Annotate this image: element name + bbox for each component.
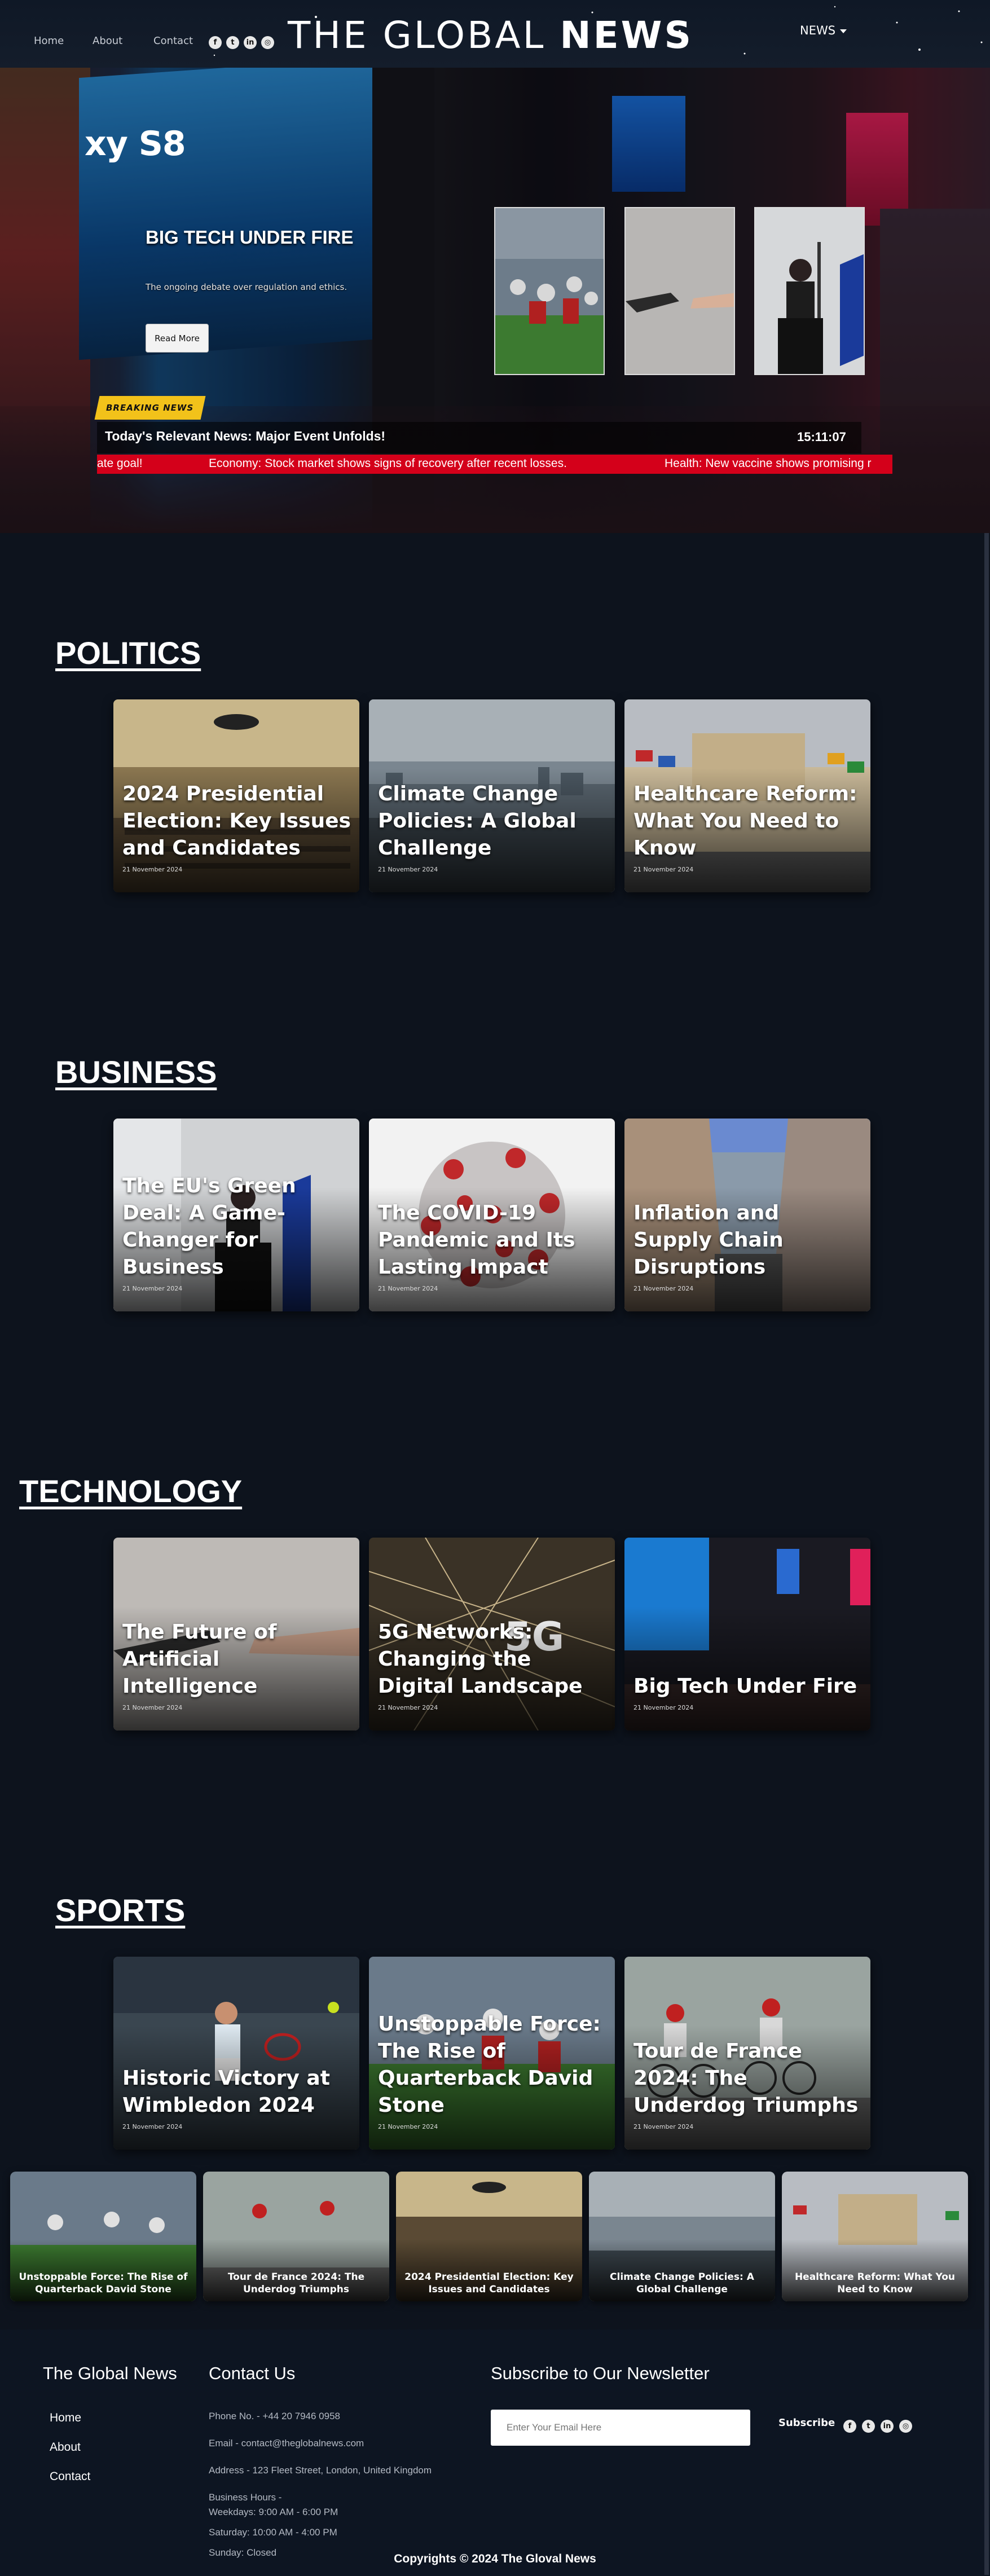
section-title-sports: SPORTS: [55, 1892, 186, 1928]
card-title: Healthcare Reform: What You Need to Know: [633, 782, 857, 860]
hours-weekdays: Weekdays: 9:00 AM - 6:00 PM: [209, 2507, 338, 2517]
ticker-item[interactable]: Health: New vaccine shows promising r: [665, 457, 871, 470]
live-clock: 15:11:07: [797, 430, 846, 444]
instagram-icon[interactable]: ◎: [899, 2420, 912, 2433]
breaking-headline[interactable]: Today's Relevant News: Major Event Unfol…: [105, 429, 385, 444]
slider-card[interactable]: 2024 Presidential Election: Key Issues a…: [396, 2172, 582, 2301]
card-title: Inflation and Supply Chain Disruptions: [633, 1201, 784, 1279]
hours-saturday: Saturday: 10:00 AM - 4:00 PM: [209, 2527, 337, 2538]
hero-description: The ongoing debate over regulation and e…: [146, 282, 347, 292]
contact-address: Address - 123 Fleet Street, London, Unit…: [209, 2465, 432, 2476]
card-date: 21 November 2024: [378, 1285, 438, 1292]
card-title: The EU's Green Deal: A Game-Changer for …: [122, 1174, 296, 1279]
card-date: 21 November 2024: [122, 1704, 183, 1711]
read-more-button[interactable]: Read More: [146, 324, 209, 353]
twitter-icon[interactable]: t: [226, 36, 239, 49]
news-dropdown[interactable]: NEWS: [800, 24, 847, 37]
news-ticker: ate goal! Economy: Stock market shows si…: [97, 455, 892, 474]
newsletter-heading: Subscribe to Our Newsletter: [491, 2363, 710, 2383]
article-card[interactable]: Climate Change Policies: A Global Challe…: [369, 699, 615, 892]
article-card[interactable]: 5G 5G Networks: Changing the Digital Lan…: [369, 1538, 615, 1730]
copyright: Copyrights © 2024 The Gloval News: [394, 2552, 596, 2565]
card-title: The COVID-19 Pandemic and Its Lasting Im…: [378, 1201, 575, 1279]
section-title-technology: TECHNOLOGY: [19, 1473, 243, 1509]
article-card[interactable]: Inflation and Supply Chain Disruptions 2…: [624, 1119, 870, 1311]
hero-thumbnail-speaker[interactable]: [754, 207, 865, 375]
slider-card[interactable]: Healthcare Reform: What You Need to Know: [782, 2172, 968, 2301]
card-date: 21 November 2024: [633, 1704, 694, 1711]
nav-link-contact[interactable]: Contact: [153, 35, 193, 47]
footer-brand: The Global News: [43, 2363, 177, 2383]
linkedin-icon[interactable]: in: [244, 36, 257, 49]
slider-card[interactable]: Climate Change Policies: A Global Challe…: [589, 2172, 775, 2301]
ticker-item[interactable]: Economy: Stock market shows signs of rec…: [209, 457, 567, 470]
card-title: Big Tech Under Fire: [633, 1675, 857, 1698]
ticker-item[interactable]: ate goal!: [97, 457, 143, 470]
card-date: 21 November 2024: [122, 866, 183, 873]
card-date: 21 November 2024: [378, 866, 438, 873]
card-date: 21 November 2024: [633, 866, 694, 873]
section-title-business: BUSINESS: [55, 1054, 217, 1090]
card-title: Historic Victory at Wimbledon 2024: [122, 2067, 330, 2117]
article-card[interactable]: Healthcare Reform: What You Need to Know…: [624, 699, 870, 892]
card-date: 21 November 2024: [633, 2123, 694, 2130]
card-title: 2024 Presidential Election: Key Issues a…: [122, 782, 351, 860]
card-date: 21 November 2024: [633, 1285, 694, 1292]
card-title: Tour de France 2024: The Underdog Triump…: [633, 2040, 859, 2117]
card-date: 21 November 2024: [122, 2123, 183, 2130]
article-card[interactable]: The COVID-19 Pandemic and Its Lasting Im…: [369, 1119, 615, 1311]
footer-link-home[interactable]: Home: [50, 2411, 81, 2425]
article-card[interactable]: Historic Victory at Wimbledon 2024 21 No…: [113, 1957, 359, 2150]
card-date: 21 November 2024: [122, 1285, 183, 1292]
card-date: 21 November 2024: [378, 1704, 438, 1711]
card-title: Unstoppable Force: The Rise of Quarterba…: [378, 2013, 601, 2117]
article-card[interactable]: Unstoppable Force: The Rise of Quarterba…: [369, 1957, 615, 2150]
top-navbar: Home About Contact f t in ◎ THE GLOBAL N…: [0, 0, 990, 68]
billboard-text: xy S8: [85, 124, 186, 164]
facebook-icon[interactable]: f: [843, 2420, 856, 2433]
hero-thumbnail-robot-hand[interactable]: [624, 207, 735, 375]
slider-card[interactable]: Tour de France 2024: The Underdog Triump…: [203, 2172, 389, 2301]
card-title: Climate Change Policies: A Global Challe…: [378, 782, 577, 860]
linkedin-icon[interactable]: in: [881, 2420, 894, 2433]
robot-hand-photo: [626, 208, 734, 374]
speaker-photo: [755, 208, 864, 374]
nav-link-home[interactable]: Home: [34, 35, 64, 47]
slider-card[interactable]: Unstoppable Force: The Rise of Quarterba…: [10, 2172, 196, 2301]
slider-card-title: Unstoppable Force: The Rise of Quarterba…: [19, 2271, 188, 2295]
contact-heading: Contact Us: [209, 2363, 296, 2383]
card-date: 21 November 2024: [378, 2123, 438, 2130]
newsletter-email-input[interactable]: [491, 2410, 750, 2446]
hero-thumbnail-football[interactable]: [494, 207, 605, 375]
site-logo[interactable]: THE GLOBAL NEWS: [288, 10, 699, 61]
slider-card-title: 2024 Presidential Election: Key Issues a…: [404, 2271, 574, 2295]
section-title-politics: POLITICS: [55, 635, 201, 671]
facebook-icon[interactable]: f: [209, 36, 222, 49]
football-photo: [495, 208, 604, 374]
footer-link-about[interactable]: About: [50, 2441, 81, 2454]
contact-email[interactable]: Email - contact@theglobalnews.com: [209, 2438, 364, 2449]
slider-card-title: Tour de France 2024: The Underdog Triump…: [227, 2271, 365, 2295]
hero-carousel: xy S8 BIG TECH UNDER FIRE The ongoing de…: [0, 68, 990, 533]
article-card[interactable]: The Future of Artificial Intelligence 21…: [113, 1538, 359, 1730]
article-card[interactable]: Big Tech Under Fire 21 November 2024: [624, 1538, 870, 1730]
caret-down-icon: [840, 29, 847, 33]
footer-link-contact[interactable]: Contact: [50, 2470, 90, 2483]
business-hours-heading: Business Hours -: [209, 2492, 282, 2503]
scrollbar[interactable]: [984, 533, 989, 2575]
slider-card-title: Climate Change Policies: A Global Challe…: [610, 2271, 754, 2295]
twitter-icon[interactable]: t: [862, 2420, 875, 2433]
subscribe-button[interactable]: Subscribe: [778, 2417, 835, 2429]
hero-title: BIG TECH UNDER FIRE: [146, 227, 354, 248]
contact-phone: Phone No. - +44 20 7946 0958: [209, 2411, 340, 2421]
article-card[interactable]: 2024 Presidential Election: Key Issues a…: [113, 699, 359, 892]
article-card[interactable]: Tour de France 2024: The Underdog Triump…: [624, 1957, 870, 2150]
slider-card-title: Healthcare Reform: What You Need to Know: [794, 2271, 956, 2295]
breaking-news-badge: BREAKING NEWS: [94, 396, 206, 420]
article-card[interactable]: The EU's Green Deal: A Game-Changer for …: [113, 1119, 359, 1311]
nav-link-about[interactable]: About: [93, 35, 122, 47]
instagram-icon[interactable]: ◎: [261, 36, 274, 49]
card-title: 5G Networks: Changing the Digital Landsc…: [378, 1621, 583, 1698]
card-title: The Future of Artificial Intelligence: [122, 1621, 277, 1698]
